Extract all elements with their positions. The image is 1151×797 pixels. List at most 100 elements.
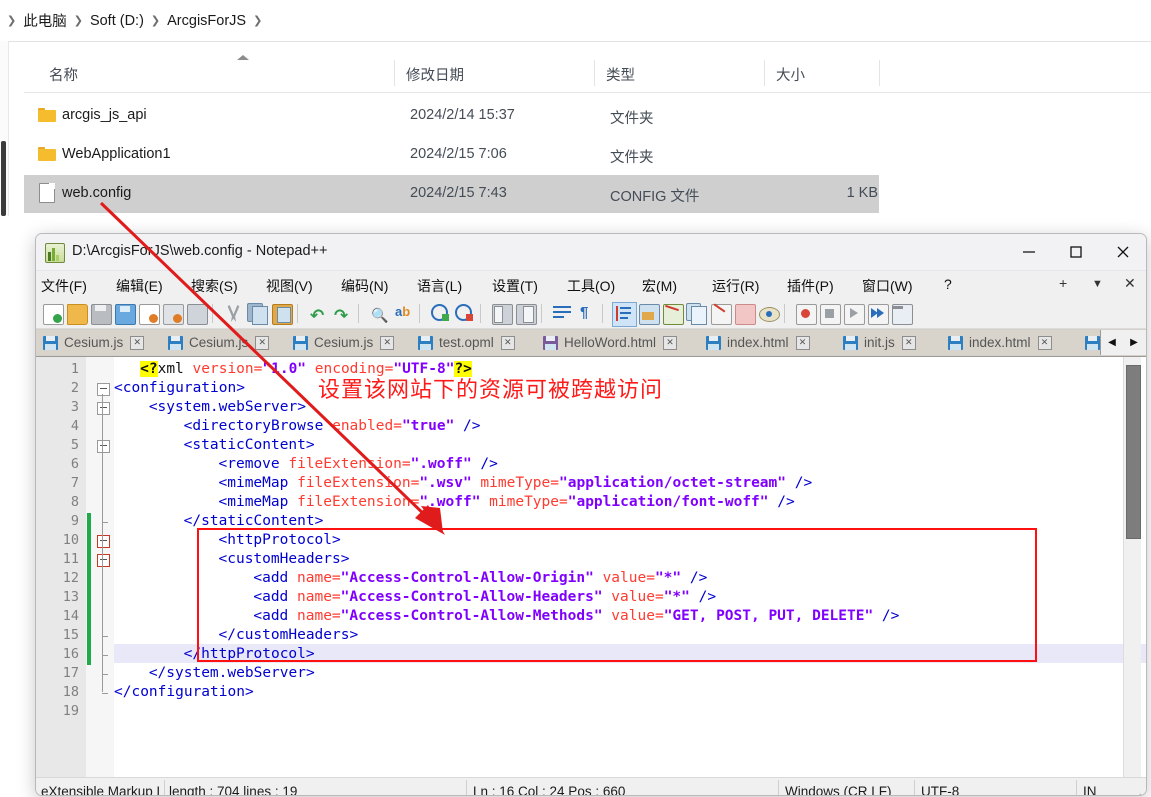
function-list-icon[interactable]: [709, 302, 732, 325]
column-header-size[interactable]: 大小: [776, 64, 805, 85]
menu-item-search[interactable]: 搜索(S): [191, 276, 238, 296]
scrollbar-thumb[interactable]: [1, 141, 6, 216]
column-divider[interactable]: [879, 60, 880, 86]
code-line[interactable]: <staticContent>: [184, 437, 315, 453]
column-header-type[interactable]: 类型: [606, 64, 635, 85]
resize-grip-icon[interactable]: [1129, 791, 1143, 796]
fold-toggle-icon[interactable]: [97, 402, 110, 415]
undo-icon[interactable]: ↶: [307, 302, 330, 325]
code-line[interactable]: <system.webServer>: [149, 399, 306, 415]
code-line[interactable]: </configuration>: [114, 684, 254, 700]
navigation-pane-scrollbar[interactable]: [0, 41, 9, 216]
show-all-chars-icon[interactable]: ¶: [575, 302, 598, 325]
menu-item-language[interactable]: 语言(L): [417, 276, 462, 296]
paste-icon[interactable]: [270, 302, 293, 325]
tab-scroll-buttons[interactable]: ◀ ▶: [1100, 330, 1146, 355]
menu-item-settings[interactable]: 设置(T): [492, 276, 538, 296]
breadcrumb-item-0[interactable]: 此电脑: [23, 10, 67, 31]
tab-cesium-js-3[interactable]: Cesium.js ✕: [286, 330, 412, 355]
tab-close-icon[interactable]: ✕: [663, 336, 677, 350]
replace-icon[interactable]: ab: [392, 302, 415, 325]
menu-item-edit[interactable]: 编辑(E): [116, 276, 163, 296]
column-divider[interactable]: [594, 60, 595, 86]
editor-vertical-scrollbar[interactable]: [1123, 357, 1141, 777]
monitoring-icon[interactable]: [757, 302, 780, 325]
menu-item-view[interactable]: 视图(V): [266, 276, 313, 296]
tab-close-icon[interactable]: ✕: [501, 336, 515, 350]
column-header-date[interactable]: 修改日期: [406, 64, 464, 85]
stop-macro-icon[interactable]: [818, 302, 841, 325]
close-button[interactable]: [1099, 234, 1146, 270]
indent-guide-icon[interactable]: [612, 302, 637, 327]
close-all-icon[interactable]: [161, 302, 184, 325]
menu-item-macro[interactable]: 宏(M): [642, 276, 677, 296]
close-file-icon[interactable]: [137, 302, 160, 325]
sync-vertical-icon[interactable]: [490, 302, 513, 325]
minimize-button[interactable]: [1005, 234, 1052, 270]
run-icon[interactable]: [890, 302, 913, 325]
code-line[interactable]: <configuration>: [114, 380, 245, 396]
tab-helloword-html[interactable]: HelloWord.html ✕: [536, 330, 700, 355]
menu-item-window[interactable]: 窗口(W): [862, 276, 913, 296]
close-document-button[interactable]: ✕: [1124, 275, 1136, 292]
tab-index-html-2[interactable]: index.html ✕: [941, 330, 1079, 355]
print-icon[interactable]: [185, 302, 208, 325]
code-line[interactable]: </system.webServer>: [149, 665, 315, 681]
fold-toggle-icon[interactable]: [97, 383, 110, 396]
folder-as-workspace-icon[interactable]: [733, 302, 756, 325]
tab-cesium-js-2[interactable]: Cesium.js ✕: [161, 330, 287, 355]
tab-scroll-left-icon[interactable]: ◀: [1101, 330, 1123, 355]
tab-cesium-js-1[interactable]: Cesium.js ✕: [36, 330, 162, 355]
maximize-button[interactable]: [1052, 234, 1099, 270]
tab-close-icon[interactable]: ✕: [255, 336, 269, 350]
tab-list-dropdown-icon[interactable]: ▼: [1092, 278, 1103, 290]
tab-close-icon[interactable]: ✕: [130, 336, 144, 350]
title-bar[interactable]: D:\ArcgisForJS\web.config - Notepad++: [36, 234, 1146, 271]
code-folding-gutter[interactable]: [92, 357, 114, 777]
cut-icon[interactable]: [222, 302, 245, 325]
menu-bar[interactable]: 文件(F) 编辑(E) 搜索(S) 视图(V) 编码(N) 语言(L) 设置(T…: [36, 271, 1146, 299]
tab-init-js[interactable]: init.js ✕: [836, 330, 942, 355]
tab-close-icon[interactable]: ✕: [902, 336, 916, 350]
column-divider[interactable]: [764, 60, 765, 86]
zoom-in-icon[interactable]: [429, 302, 452, 325]
save-all-icon[interactable]: [113, 302, 136, 325]
menu-item-run[interactable]: 运行(R): [712, 276, 759, 296]
fold-toggle-icon[interactable]: [97, 554, 110, 567]
code-line[interactable]: <mimeMap fileExtension=".woff" mimeType=…: [219, 494, 795, 510]
file-row-web-config[interactable]: web.config 2024/2/15 7:43 CONFIG 文件 1 KB: [24, 175, 879, 213]
menu-item-encoding[interactable]: 编码(N): [341, 276, 388, 296]
record-macro-icon[interactable]: [794, 302, 817, 325]
menu-item-file[interactable]: 文件(F): [41, 276, 87, 296]
file-row-arcgis_js_api[interactable]: arcgis_js_api 2024/2/14 15:37 文件夹: [24, 97, 879, 135]
column-header-name[interactable]: 名称: [49, 64, 78, 85]
tab-scroll-right-icon[interactable]: ▶: [1123, 330, 1145, 355]
tab-close-icon[interactable]: ✕: [380, 336, 394, 350]
tab-close-icon[interactable]: ✕: [796, 336, 810, 350]
toolbar[interactable]: ↶ ↷ 🔍 ab ¶: [36, 299, 1146, 329]
tab-test-opml[interactable]: test.opml ✕: [411, 330, 537, 355]
tab-index-html-1[interactable]: index.html ✕: [699, 330, 837, 355]
document-list-icon[interactable]: [685, 302, 708, 325]
breadcrumb-item-2[interactable]: ArcgisForJS: [167, 13, 246, 29]
code-line[interactable]: <remove fileExtension=".woff" />: [219, 456, 498, 472]
word-wrap-icon[interactable]: [551, 302, 574, 325]
code-line[interactable]: </staticContent>: [184, 513, 324, 529]
find-icon[interactable]: 🔍: [368, 302, 391, 325]
column-divider[interactable]: [394, 60, 395, 86]
user-language-icon[interactable]: [637, 302, 660, 325]
open-file-icon[interactable]: [65, 302, 88, 325]
zoom-out-icon[interactable]: [453, 302, 476, 325]
fold-toggle-icon[interactable]: [97, 440, 110, 453]
save-icon[interactable]: [89, 302, 112, 325]
menu-item-plugins[interactable]: 插件(P): [787, 276, 834, 296]
code-line[interactable]: <mimeMap fileExtension=".wsv" mimeType="…: [219, 475, 813, 491]
file-row-webapplication1[interactable]: WebApplication1 2024/2/15 7:06 文件夹: [24, 136, 879, 174]
tab-bar[interactable]: Cesium.js ✕ Cesium.js ✕ Cesium.js ✕ test…: [36, 329, 1146, 357]
menu-item-tools[interactable]: 工具(O): [567, 276, 615, 296]
sync-horizontal-icon[interactable]: [514, 302, 537, 325]
tab-close-icon[interactable]: ✕: [1038, 336, 1052, 350]
scrollbar-thumb[interactable]: [1126, 365, 1141, 539]
play-macro-icon[interactable]: [842, 302, 865, 325]
document-map-icon[interactable]: [661, 302, 684, 325]
